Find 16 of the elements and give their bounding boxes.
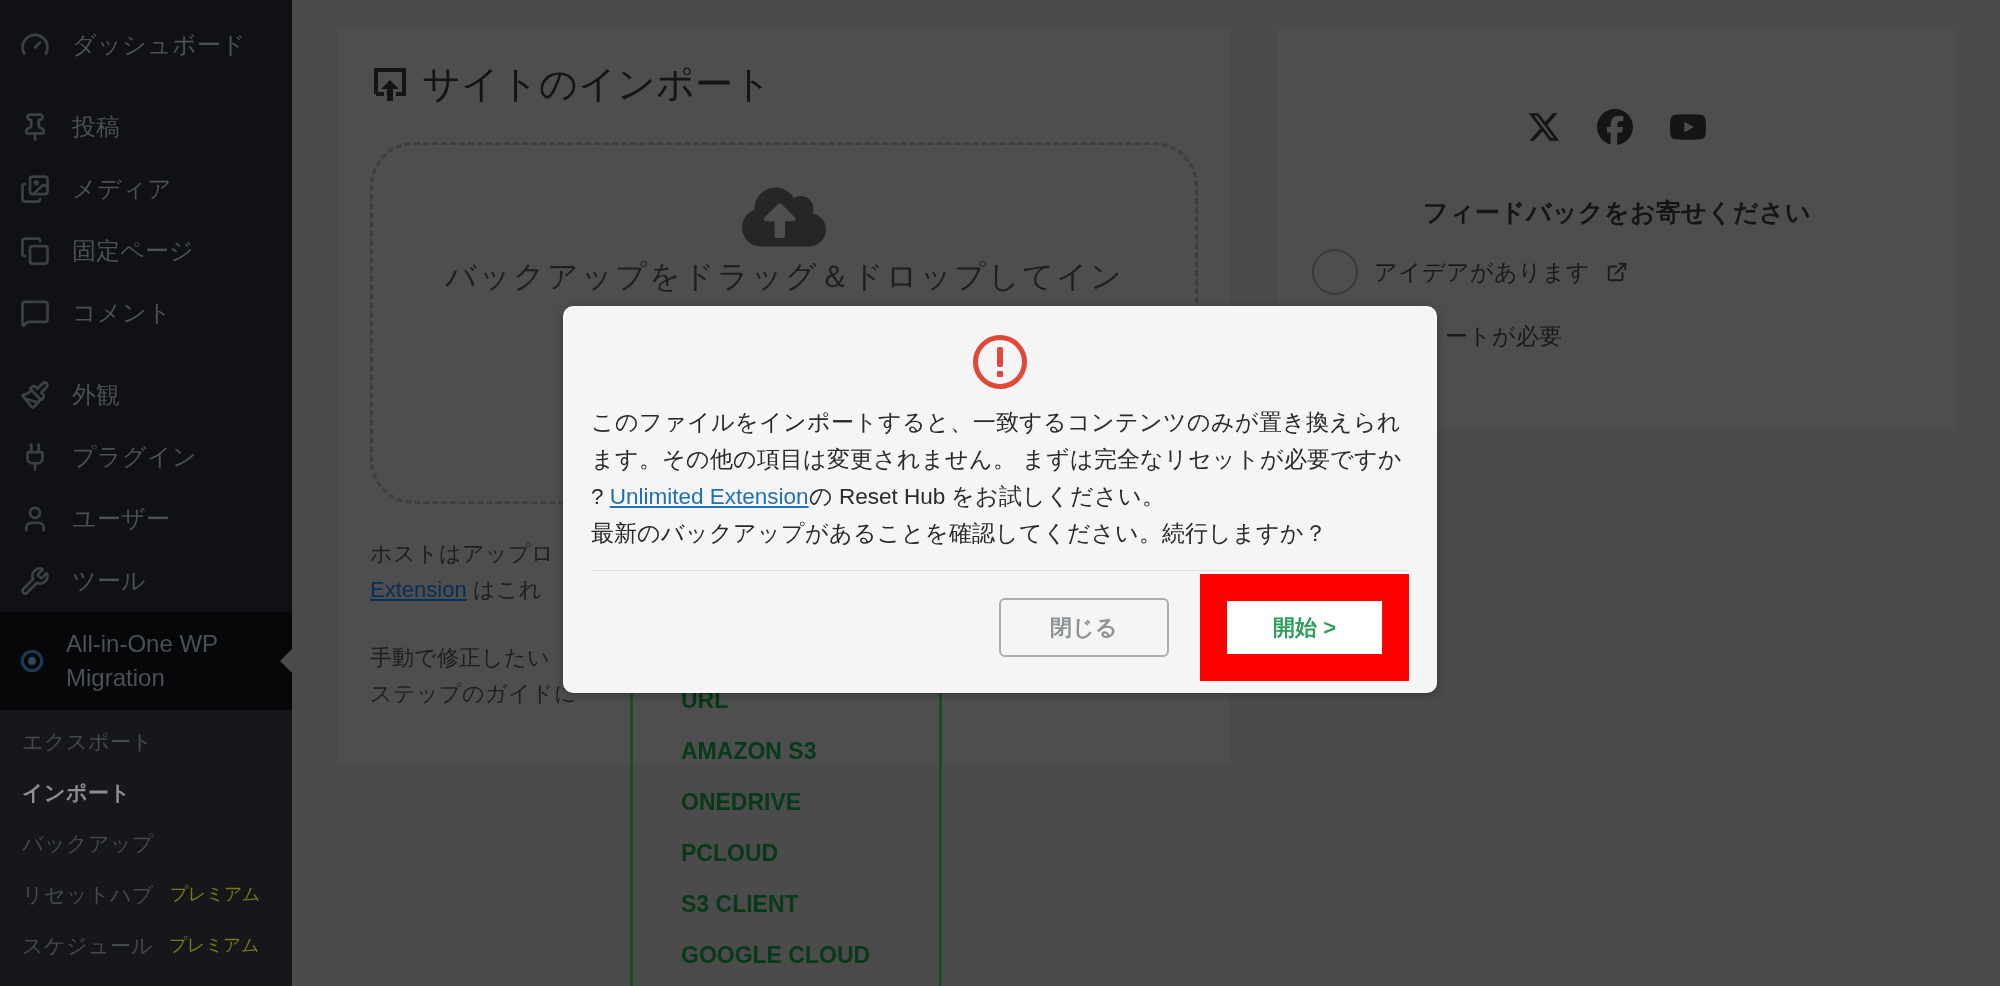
sidebar-label: 外観 <box>72 380 120 410</box>
warning-message: このファイルをインポートすると、一致するコンテンツのみが置き換えられます。その他の項目は変更されません。 まずは完全なリセットが必要ですか? Unlimited Extensionの Reset Hub をお試しください。 <box>591 409 1404 511</box>
confirm-question: 最新のバックアップがあることを確認してください。続行しますか？ <box>591 520 1328 548</box>
sidebar-label: 投稿 <box>72 112 120 142</box>
premium-label: プレミアム <box>170 883 260 906</box>
sidebar-label: プラグイン <box>72 442 197 472</box>
sidebar-label: ユーザー <box>72 504 170 534</box>
sidebar-label: ツール <box>72 566 146 596</box>
feedback-title: フィードバックをお寄せください <box>1422 197 1811 228</box>
sidebar-label: All-in-One WP Migration <box>66 629 219 693</box>
page-title: サイトのインポート <box>422 62 772 107</box>
sidebar-label: コメント <box>72 298 172 328</box>
sidebar-label: ダッシュボード <box>72 30 246 60</box>
sidebar-label: メディア <box>72 174 172 204</box>
premium-label: プレミアム <box>169 934 259 957</box>
sidebar-label: 固定ページ <box>72 236 194 266</box>
